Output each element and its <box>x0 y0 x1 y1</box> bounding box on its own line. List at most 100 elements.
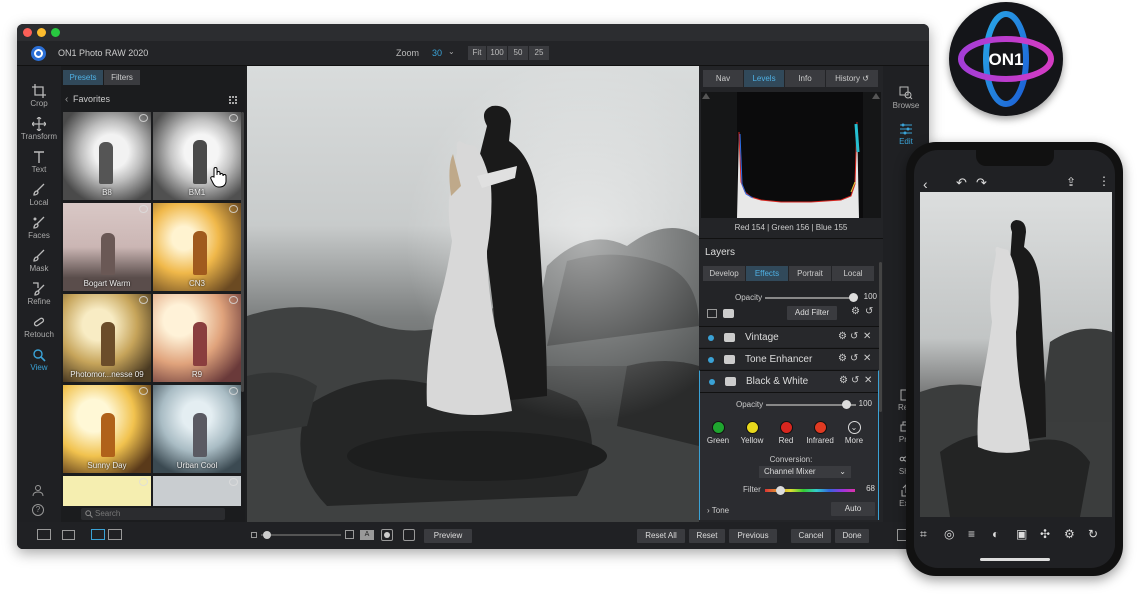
preset-thumb[interactable] <box>153 476 241 506</box>
tab-levels[interactable]: Levels <box>744 70 784 87</box>
heart-icon[interactable] <box>229 205 238 213</box>
opacity-value[interactable]: 100 <box>857 292 877 301</box>
heart-icon[interactable] <box>139 296 148 304</box>
reset-icon[interactable]: ↺ <box>851 375 859 386</box>
zoom-100-button[interactable]: 100 <box>487 46 507 60</box>
back-chevron-icon[interactable]: ‹ <box>923 176 928 192</box>
color-chip-green[interactable]: Green <box>703 421 733 445</box>
phone-photo[interactable] <box>920 192 1112 517</box>
filter-row-vintage[interactable]: Vintage ⚙ ↺ ✕ <box>699 326 879 347</box>
chevron-left-icon[interactable]: ‹ <box>65 94 68 105</box>
tool-transform[interactable]: Transform <box>17 117 61 141</box>
redo-icon[interactable]: ↷ <box>976 175 987 191</box>
close-window-button[interactable] <box>23 28 32 37</box>
split-view-icon[interactable] <box>108 529 122 540</box>
camera-icon[interactable]: ◎ <box>944 527 954 541</box>
gear-icon[interactable]: ⚙ <box>851 306 860 317</box>
tone-section-toggle[interactable]: › Tone <box>707 506 729 515</box>
zoom-value[interactable]: 30 <box>432 48 442 58</box>
module-browse[interactable]: Browse <box>883 86 929 110</box>
zoom-50-button[interactable]: 50 <box>508 46 528 60</box>
right-panel-scrollbar[interactable] <box>879 262 882 412</box>
mask-icon[interactable] <box>724 355 735 364</box>
reset-icon[interactable]: ↺ <box>865 306 873 317</box>
preset-thumb[interactable]: Photomor...nesse 09 <box>63 294 151 382</box>
tab-filters[interactable]: Filters <box>104 70 140 85</box>
text-overlay-icon[interactable]: A <box>360 530 374 540</box>
undo-icon[interactable]: ↶ <box>956 175 967 191</box>
tool-mask[interactable]: Mask <box>17 249 61 273</box>
preset-thumb-selected[interactable]: BM1 <box>153 112 241 200</box>
gear-icon[interactable]: ⚙ <box>839 375 848 386</box>
preset-thumb[interactable]: Urban Cool <box>153 385 241 473</box>
reset-icon[interactable]: ↺ <box>850 331 858 342</box>
adjust-icon[interactable]: ≡ <box>968 527 975 541</box>
preset-thumb[interactable]: CN3 <box>153 203 241 291</box>
presets-scrollbar[interactable] <box>241 112 244 392</box>
import-icon[interactable] <box>707 309 717 318</box>
tool-faces[interactable]: Faces <box>17 216 61 240</box>
mask-overlay-icon[interactable] <box>381 529 393 541</box>
tool-retouch[interactable]: Retouch <box>17 315 61 339</box>
effects-icon[interactable]: ◐ <box>992 527 999 541</box>
module-edit[interactable]: Edit <box>883 122 929 146</box>
filmstrip-toggle-icon[interactable] <box>37 529 51 540</box>
heal-icon[interactable]: ✣ <box>1040 527 1050 541</box>
heart-icon[interactable] <box>139 387 148 395</box>
layers-icon[interactable]: ▣ <box>1016 527 1027 541</box>
bw-opacity-slider[interactable] <box>766 400 856 409</box>
search-field[interactable]: Search <box>81 508 225 520</box>
tab-portrait[interactable]: Portrait <box>789 266 831 281</box>
brush-overlay-icon[interactable] <box>403 529 415 541</box>
cancel-button[interactable]: Cancel <box>791 529 831 543</box>
gear-icon[interactable]: ⚙ <box>838 353 847 364</box>
opacity-slider[interactable] <box>765 293 858 302</box>
more-vertical-icon[interactable]: ⋮ <box>1098 174 1110 188</box>
heart-icon[interactable] <box>139 478 148 486</box>
preset-thumb[interactable] <box>63 476 151 506</box>
reset-icon[interactable]: ↺ <box>850 353 858 364</box>
gear-icon[interactable]: ⚙ <box>838 331 847 342</box>
previous-button[interactable]: Previous <box>729 529 777 543</box>
share-export-icon[interactable]: ⇪ <box>1066 175 1076 189</box>
filter-row-tone-enhancer[interactable]: Tone Enhancer ⚙ ↺ ✕ <box>699 348 879 369</box>
heart-icon[interactable] <box>229 387 238 395</box>
tab-nav[interactable]: Nav <box>703 70 743 87</box>
chevron-down-icon[interactable]: ⌄ <box>448 47 455 56</box>
mask-icon[interactable] <box>723 309 734 318</box>
heart-icon[interactable] <box>229 478 238 486</box>
main-photo-canvas[interactable] <box>247 66 699 522</box>
zoom-fit-button[interactable]: Fit <box>468 46 486 60</box>
heart-icon[interactable] <box>139 114 148 122</box>
close-icon[interactable]: ✕ <box>864 375 872 386</box>
filter-hue-slider[interactable] <box>765 486 855 495</box>
add-filter-button[interactable]: Add Filter <box>787 306 837 320</box>
done-button[interactable]: Done <box>835 529 869 543</box>
large-size-icon[interactable] <box>345 530 354 539</box>
minimize-window-button[interactable] <box>37 28 46 37</box>
single-view-icon[interactable] <box>91 529 105 540</box>
reset-icon[interactable]: ↻ <box>1088 527 1098 541</box>
help-icon[interactable]: ? <box>32 504 44 516</box>
account-icon[interactable] <box>32 484 44 497</box>
preset-thumb[interactable]: Bogart Warm <box>63 203 151 291</box>
preset-thumb[interactable]: Sunny Day <box>63 385 151 473</box>
mask-icon[interactable] <box>724 333 735 342</box>
tab-local[interactable]: Local <box>832 266 874 281</box>
maximize-window-button[interactable] <box>51 28 60 37</box>
tool-crop[interactable]: Crop <box>17 84 61 108</box>
tab-effects[interactable]: Effects <box>746 266 788 281</box>
tab-info[interactable]: Info <box>785 70 825 87</box>
filter-value[interactable]: 68 <box>855 484 875 493</box>
color-chip-red[interactable]: Red <box>771 421 801 445</box>
close-icon[interactable]: ✕ <box>863 353 871 364</box>
compare-view-icon[interactable] <box>62 530 75 540</box>
tab-history[interactable]: History ↺ <box>826 70 878 87</box>
preview-button[interactable]: Preview <box>424 529 472 543</box>
visibility-dot[interactable] <box>709 379 715 385</box>
settings-icon[interactable]: ⚙ <box>1064 527 1075 541</box>
zoom-25-button[interactable]: 25 <box>529 46 549 60</box>
auto-button[interactable]: Auto <box>831 502 875 516</box>
bw-opacity-value[interactable]: 100 <box>850 399 872 408</box>
tool-local[interactable]: Local <box>17 183 61 207</box>
